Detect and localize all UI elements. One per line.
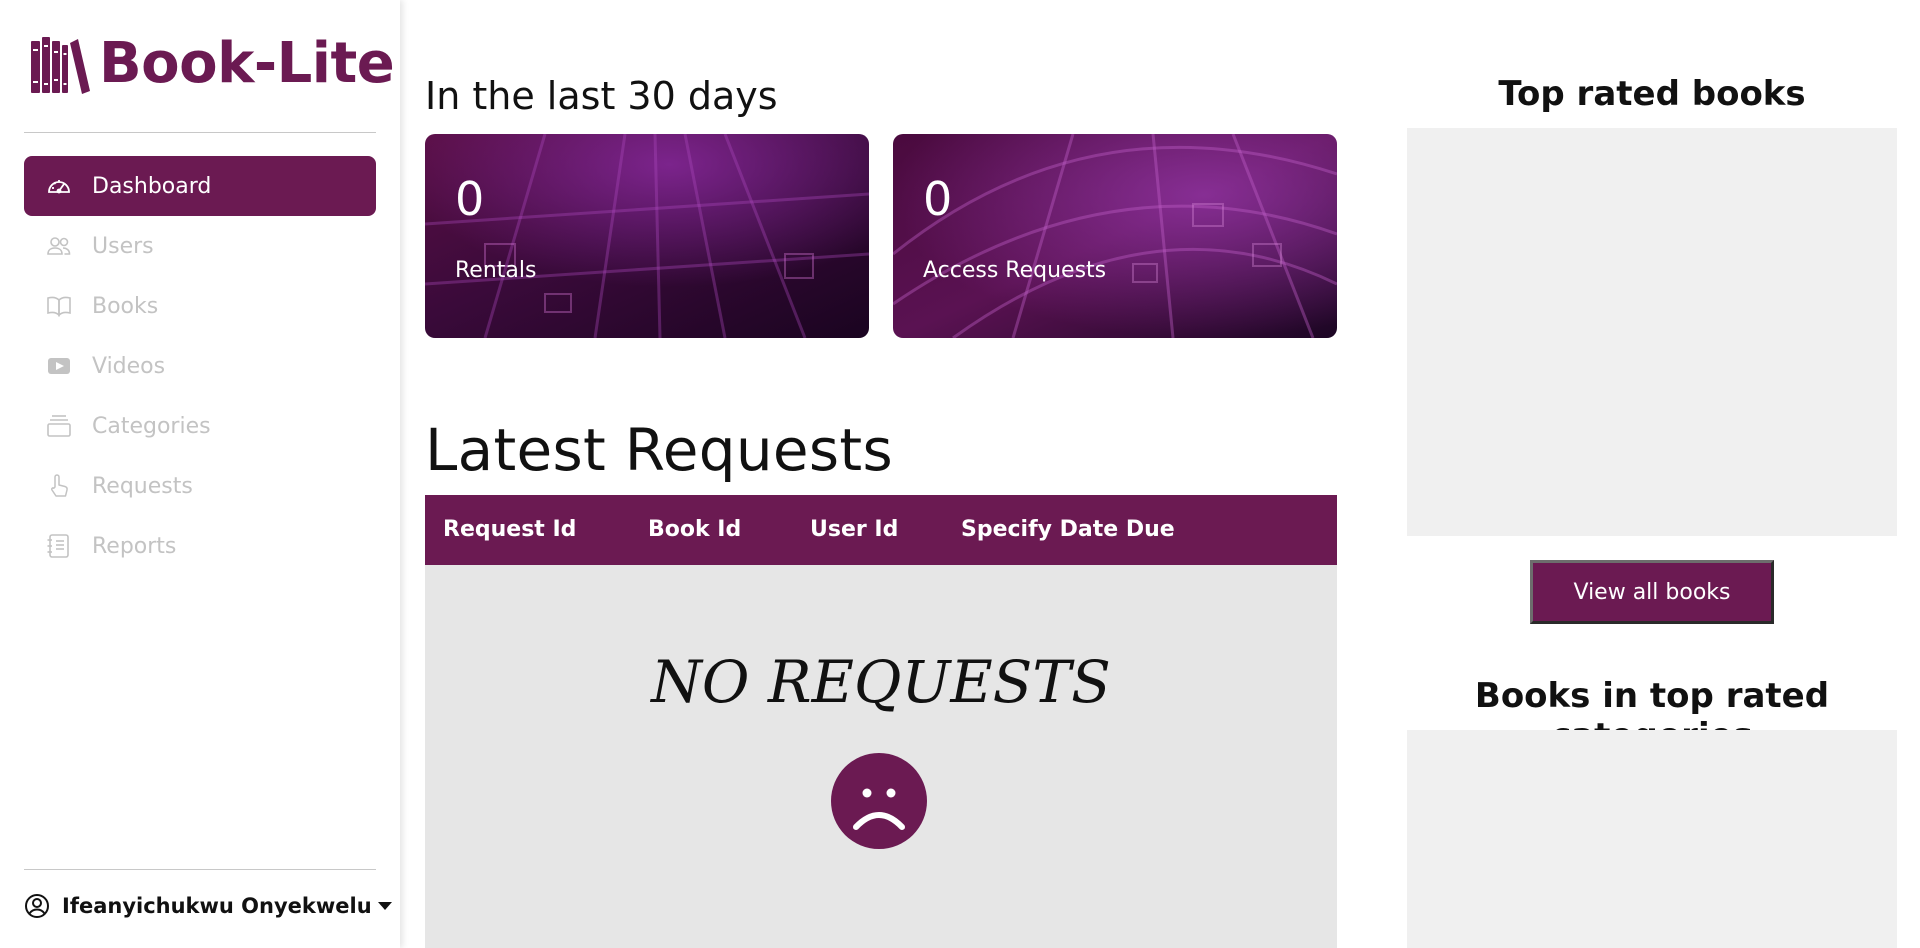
brand[interactable]: Book-Lite: [29, 31, 395, 96]
sidebar-item-users[interactable]: Users: [24, 216, 376, 276]
sidebar-item-label: Categories: [92, 413, 211, 439]
column-header-book-id[interactable]: Book Id: [648, 517, 741, 542]
stats-heading: In the last 30 days: [425, 74, 778, 118]
brand-name: Book-Lite: [99, 31, 395, 96]
sidebar-item-books[interactable]: Books: [24, 276, 376, 336]
sidebar-divider-bottom: [24, 869, 376, 870]
latest-requests-heading: Latest Requests: [425, 416, 893, 484]
stat-card-rentals[interactable]: 0 Rentals: [425, 134, 869, 338]
book-icon: [46, 293, 72, 319]
caret-down-icon: [377, 902, 392, 910]
top-rated-books-panel: [1407, 128, 1897, 536]
column-header-request-id[interactable]: Request Id: [443, 517, 576, 542]
empty-state-text: NO REQUESTS: [651, 648, 1111, 716]
users-icon: [46, 233, 72, 259]
collection-icon: [46, 413, 72, 439]
video-icon: [46, 353, 72, 379]
sidebar-item-categories[interactable]: Categories: [24, 396, 376, 456]
sad-face-icon: [831, 753, 927, 849]
user-name: Ifeanyichukwu Onyekwelu: [62, 894, 372, 918]
sidebar-item-dashboard[interactable]: Dashboard: [24, 156, 376, 216]
requests-table-header: Request Id Book Id User Id Specify Date …: [425, 495, 1337, 565]
sidebar-item-label: Reports: [92, 533, 177, 559]
hand-pointer-icon: [46, 473, 72, 499]
rentals-count: 0: [455, 172, 485, 226]
sidebar-item-label: Users: [92, 233, 154, 259]
access-requests-label: Access Requests: [923, 258, 1107, 283]
sidebar-item-label: Requests: [92, 473, 193, 499]
sidebar-item-label: Videos: [92, 353, 166, 379]
card-background-image: [425, 134, 869, 338]
sidebar: Book-Lite Dashboard Users Books Videos C…: [0, 0, 400, 948]
card-background-image: [893, 134, 1337, 338]
sidebar-item-label: Books: [92, 293, 159, 319]
sidebar-item-reports[interactable]: Reports: [24, 516, 376, 576]
user-circle-icon: [25, 894, 49, 918]
column-header-user-id[interactable]: User Id: [810, 517, 898, 542]
user-menu[interactable]: Ifeanyichukwu Onyekwelu: [24, 893, 392, 919]
sidebar-nav: Dashboard Users Books Videos Categories …: [24, 156, 376, 576]
top-rated-books-heading: Top rated books: [1498, 74, 1806, 114]
sidebar-divider-top: [24, 132, 376, 133]
view-all-books-button[interactable]: View all books: [1530, 560, 1774, 624]
sidebar-item-requests[interactable]: Requests: [24, 456, 376, 516]
bookshelf-logo-icon: [31, 37, 90, 94]
sidebar-item-label: Dashboard: [92, 173, 212, 199]
report-icon: [46, 533, 72, 559]
sidebar-item-videos[interactable]: Videos: [24, 336, 376, 396]
top-categories-panel: [1407, 730, 1897, 948]
access-requests-count: 0: [923, 172, 953, 226]
speedometer-icon: [46, 173, 72, 199]
stat-card-access-requests[interactable]: 0 Access Requests: [893, 134, 1337, 338]
requests-table-body: NO REQUESTS: [425, 565, 1337, 948]
rentals-label: Rentals: [455, 258, 537, 283]
column-header-date-due[interactable]: Specify Date Due: [961, 517, 1175, 542]
